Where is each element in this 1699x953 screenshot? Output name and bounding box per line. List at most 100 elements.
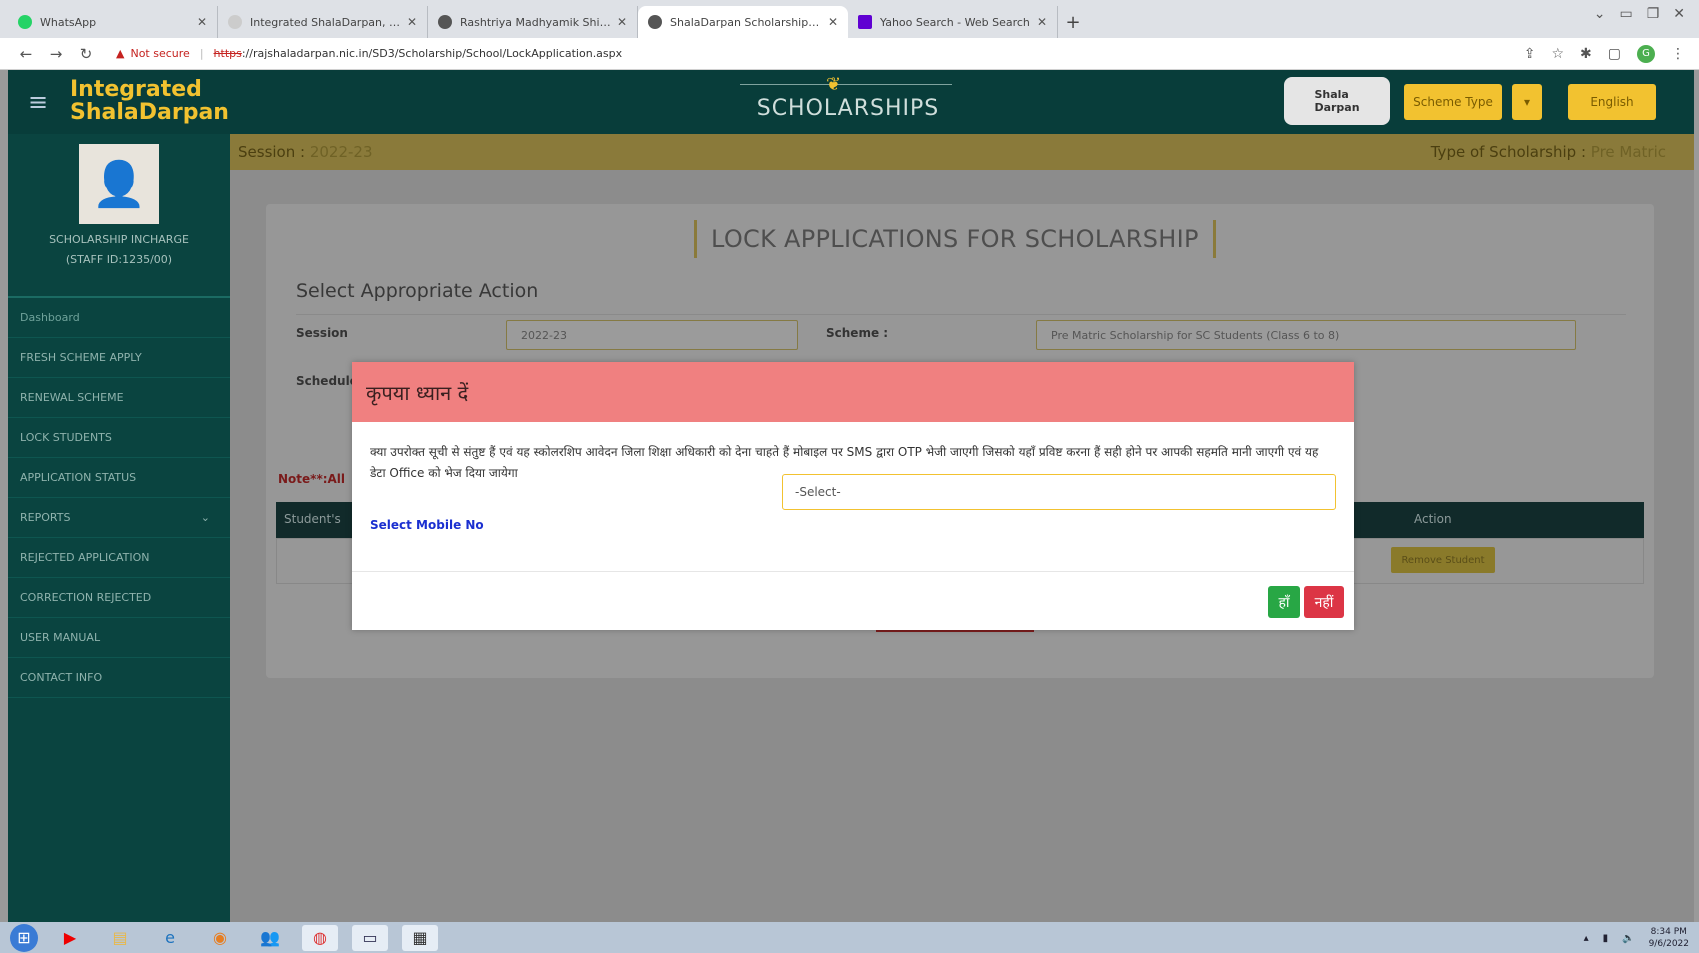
url-scheme: https bbox=[213, 47, 242, 60]
staff-id: (STAFF ID:1235/00) bbox=[65, 253, 173, 266]
network-icon[interactable]: ▮ bbox=[1603, 933, 1609, 944]
profile-avatar-icon[interactable]: G bbox=[1637, 44, 1655, 63]
close-window-icon[interactable]: ✕ bbox=[1673, 6, 1685, 22]
sidebar-item-application-status[interactable]: APPLICATION STATUS bbox=[8, 458, 230, 498]
session-bar: Session : 2022-23 Type of Scholarship : … bbox=[230, 134, 1694, 170]
address-bar: ← → ↻ ▲ Not secure | https ://rajshalada… bbox=[0, 38, 1699, 70]
user-role: SCHOLARSHIP INCHARGE bbox=[49, 233, 189, 246]
scheme-select[interactable]: Pre Matric Scholarship for SC Students (… bbox=[1036, 320, 1576, 350]
hamburger-icon[interactable]: ≡ bbox=[28, 88, 48, 116]
os-taskbar: ⊞ ▶ ▤ e ◉ 👥 ◍ ▭ ▦ ▴ ▮ 🔈 8:34 PM 9/6/2022 bbox=[0, 922, 1699, 953]
tab-rashtriya-madhyamik[interactable]: Rashtriya Madhyamik Shiksha ✕ bbox=[428, 6, 638, 38]
browser-tab-bar: WhatsApp ✕ Integrated ShalaDarpan, Rajas… bbox=[0, 0, 1699, 38]
back-icon[interactable]: ← bbox=[14, 45, 38, 63]
screen-icon[interactable]: ▭ bbox=[352, 924, 388, 951]
sidebar-item-dashboard[interactable]: Dashboard bbox=[8, 298, 230, 338]
warning-icon: ▲ bbox=[116, 47, 125, 60]
session-label: Session : bbox=[238, 143, 306, 161]
tab-label: Integrated ShalaDarpan, Rajasth bbox=[250, 15, 401, 29]
tab-scholarship-portal[interactable]: ShalaDarpan Scholarship Portal ✕ bbox=[638, 6, 848, 38]
chevron-down-icon: ⌄ bbox=[200, 511, 210, 524]
session-value: 2022-23 bbox=[309, 143, 373, 161]
dropdown-button[interactable]: ▾ bbox=[1512, 84, 1542, 120]
media-player-icon[interactable]: ◉ bbox=[202, 925, 238, 951]
tab-integrated-shaladarpan[interactable]: Integrated ShalaDarpan, Rajasth ✕ bbox=[218, 6, 428, 38]
clock[interactable]: 8:34 PM 9/6/2022 bbox=[1649, 926, 1689, 950]
user-profile: 👤 SCHOLARSHIP INCHARGE (STAFF ID:1235/00… bbox=[8, 144, 230, 298]
sidebar-item-lock-students[interactable]: LOCK STUDENTS bbox=[8, 418, 230, 458]
tab-label: WhatsApp bbox=[40, 15, 97, 29]
shaladarpan-logo: Shala Darpan bbox=[1284, 77, 1390, 125]
url-input[interactable]: ▲ Not secure | https ://rajshaladarpan.n… bbox=[104, 42, 1524, 66]
emblem-icon: ❦ bbox=[826, 74, 842, 95]
divider bbox=[296, 314, 1626, 315]
no-button[interactable]: नहीं bbox=[1304, 586, 1344, 618]
sidebar-item-renewal[interactable]: RENEWAL SCHEME bbox=[8, 378, 230, 418]
scholarship-type-label: Type of Scholarship : bbox=[1430, 143, 1586, 161]
sidepanel-icon[interactable]: ▢ bbox=[1608, 46, 1621, 62]
note-text: Note**:All bbox=[278, 472, 346, 486]
close-icon[interactable]: ✕ bbox=[617, 15, 627, 29]
tab-label: Yahoo Search - Web Search bbox=[880, 15, 1030, 29]
page-title: LOCK APPLICATIONS FOR SCHOLARSHIP bbox=[694, 220, 1216, 258]
menu-icon[interactable]: ⋮ bbox=[1671, 46, 1685, 62]
yahoo-icon bbox=[858, 15, 872, 29]
share-icon[interactable]: ⇪ bbox=[1524, 46, 1536, 62]
browser-toolbar: ⇪ ☆ ✱ ▢ G ⋮ bbox=[1524, 44, 1685, 63]
confirmation-modal: कृपया ध्यान दें क्या उपरोक्त सूची से संत… bbox=[352, 362, 1354, 630]
volume-icon[interactable]: 🔈 bbox=[1622, 933, 1634, 944]
remove-student-button[interactable]: Remove Student bbox=[1391, 547, 1495, 573]
window-controls: ⌄ ▭ ❐ ✕ bbox=[1594, 6, 1685, 22]
close-icon[interactable]: ✕ bbox=[828, 15, 838, 29]
sidebar: 👤 SCHOLARSHIP INCHARGE (STAFF ID:1235/00… bbox=[8, 134, 230, 922]
site-logo[interactable]: Integrated ShalaDarpan bbox=[70, 78, 229, 124]
people-icon[interactable]: 👥 bbox=[252, 925, 288, 951]
extensions-icon[interactable]: ✱ bbox=[1580, 46, 1592, 62]
system-tray: ▴ ▮ 🔈 8:34 PM 9/6/2022 bbox=[1584, 926, 1689, 950]
app-header: ≡ Integrated ShalaDarpan ❦ SCHOLARSHIPS … bbox=[8, 70, 1694, 134]
close-icon[interactable]: ✕ bbox=[1037, 15, 1047, 29]
sidebar-item-reports[interactable]: REPORTS ⌄ bbox=[8, 498, 230, 538]
scholarship-type-value: Pre Matric bbox=[1590, 143, 1666, 161]
calculator-icon[interactable]: ▦ bbox=[402, 924, 438, 951]
new-tab-button[interactable]: + bbox=[1058, 6, 1088, 38]
tray-arrow-icon[interactable]: ▴ bbox=[1584, 933, 1589, 944]
not-secure-label: Not secure bbox=[130, 47, 190, 60]
folder-icon[interactable]: ▤ bbox=[102, 925, 138, 951]
section-title: Select Appropriate Action bbox=[296, 280, 539, 302]
minimize-icon[interactable]: ▭ bbox=[1619, 6, 1632, 22]
globe-icon bbox=[438, 15, 452, 29]
reload-icon[interactable]: ↻ bbox=[74, 45, 98, 63]
star-icon[interactable]: ☆ bbox=[1551, 46, 1564, 62]
yes-button[interactable]: हाँ bbox=[1268, 586, 1300, 618]
sidebar-item-rejected[interactable]: REJECTED APPLICATION bbox=[8, 538, 230, 578]
column-header-action: Action bbox=[1414, 512, 1452, 526]
tab-whatsapp[interactable]: WhatsApp ✕ bbox=[8, 6, 218, 38]
language-select[interactable]: English bbox=[1568, 84, 1656, 120]
tab-label: Rashtriya Madhyamik Shiksha bbox=[460, 15, 611, 29]
modal-title: कृपया ध्यान दें bbox=[352, 362, 1354, 422]
start-icon[interactable]: ⊞ bbox=[10, 923, 38, 952]
chevron-down-icon: ▾ bbox=[1523, 95, 1531, 109]
shaladarpan-icon bbox=[228, 15, 242, 29]
session-select[interactable]: 2022-23 bbox=[506, 320, 798, 350]
tab-label: ShalaDarpan Scholarship Portal bbox=[670, 15, 822, 29]
chrome-icon[interactable]: ◍ bbox=[302, 924, 338, 951]
youtube-icon[interactable]: ▶ bbox=[52, 925, 88, 951]
forward-icon[interactable]: → bbox=[44, 45, 68, 63]
column-header-student: Student's bbox=[284, 512, 341, 526]
sidebar-item-fresh-scheme[interactable]: FRESH SCHEME APPLY bbox=[8, 338, 230, 378]
tab-yahoo-search[interactable]: Yahoo Search - Web Search ✕ bbox=[848, 6, 1058, 38]
tab-search-icon[interactable]: ⌄ bbox=[1594, 6, 1606, 22]
scheme-type-button[interactable]: Scheme Type bbox=[1404, 84, 1502, 120]
ie-icon[interactable]: e bbox=[152, 925, 188, 951]
sidebar-item-user-manual[interactable]: USER MANUAL bbox=[8, 618, 230, 658]
sidebar-item-correction[interactable]: CORRECTION REJECTED bbox=[8, 578, 230, 618]
maximize-icon[interactable]: ❐ bbox=[1647, 6, 1660, 22]
close-icon[interactable]: ✕ bbox=[407, 15, 417, 29]
globe-icon bbox=[648, 15, 662, 29]
sidebar-item-contact[interactable]: CONTACT INFO bbox=[8, 658, 230, 698]
close-icon[interactable]: ✕ bbox=[197, 15, 207, 29]
mobile-no-select[interactable]: -Select- bbox=[782, 474, 1336, 510]
whatsapp-icon bbox=[18, 15, 32, 29]
